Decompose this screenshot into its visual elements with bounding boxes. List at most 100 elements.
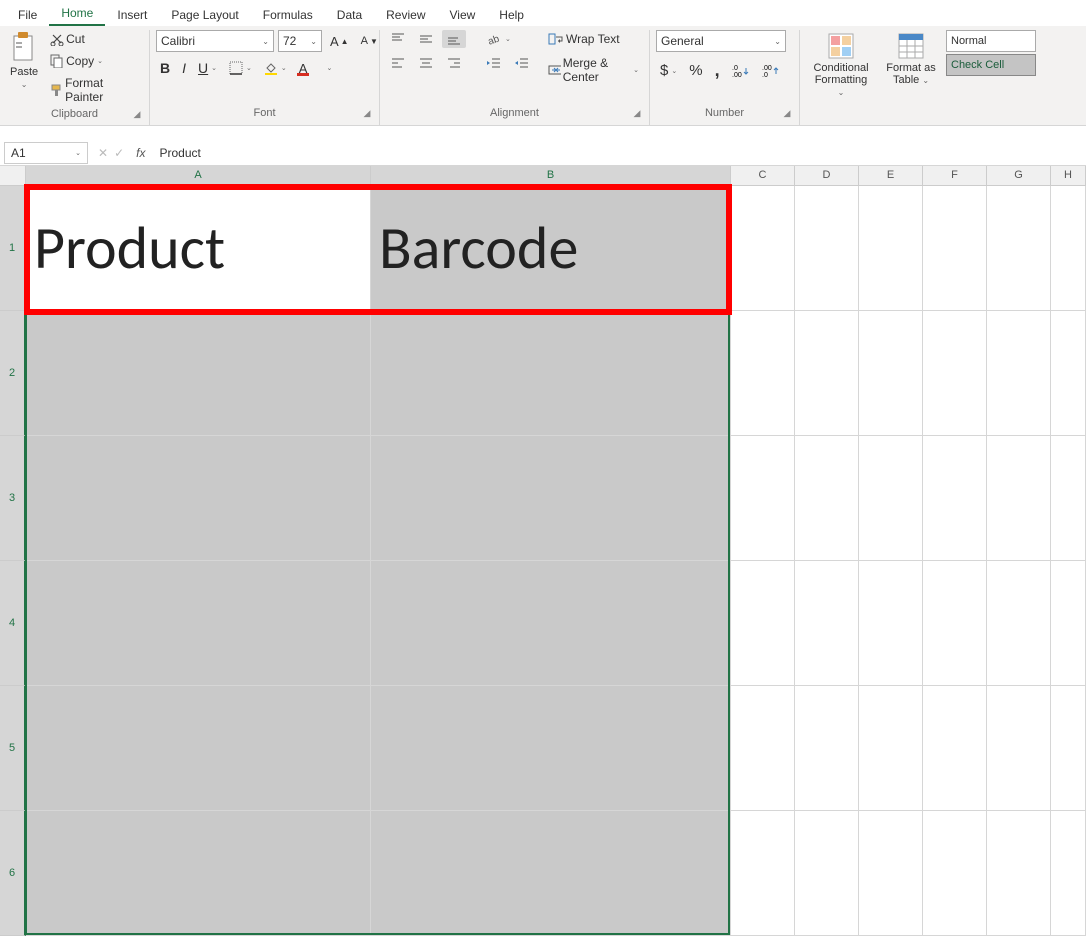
tab-formulas[interactable]: Formulas xyxy=(251,3,325,26)
cell-b5[interactable] xyxy=(371,686,731,811)
fill-color-button[interactable]: ⌄ xyxy=(260,59,291,77)
name-box[interactable]: A1⌄ xyxy=(4,142,88,164)
cell-c3[interactable] xyxy=(731,436,795,561)
italic-button[interactable]: I xyxy=(178,58,190,78)
comma-format-button[interactable]: , xyxy=(711,58,724,83)
tab-data[interactable]: Data xyxy=(325,3,374,26)
cell-a2[interactable] xyxy=(26,311,371,436)
cell-g6[interactable] xyxy=(987,811,1051,936)
cell-e2[interactable] xyxy=(859,311,923,436)
cell-b6[interactable] xyxy=(371,811,731,936)
cell-c4[interactable] xyxy=(731,561,795,686)
dialog-launcher-icon[interactable]: ◢ xyxy=(781,107,793,119)
increase-decimal-button[interactable]: .0.00 xyxy=(728,62,754,80)
cell-b4[interactable] xyxy=(371,561,731,686)
cell-c5[interactable] xyxy=(731,686,795,811)
decrease-indent-button[interactable] xyxy=(482,54,506,72)
border-button[interactable]: ⌄ xyxy=(225,59,256,77)
decrease-font-button[interactable]: A▼ xyxy=(357,33,382,49)
format-as-table-button[interactable]: Format as Table ⌄ xyxy=(882,30,940,89)
cell-e1[interactable] xyxy=(859,186,923,311)
tab-page-layout[interactable]: Page Layout xyxy=(159,3,250,26)
align-bottom-button[interactable] xyxy=(442,30,466,48)
paste-button[interactable]: Paste ⌄ xyxy=(6,30,42,91)
cell-e4[interactable] xyxy=(859,561,923,686)
row-header-3[interactable]: 3 xyxy=(0,436,26,561)
select-all-corner[interactable] xyxy=(0,166,26,186)
cell-b1[interactable]: Barcode xyxy=(371,186,731,311)
align-left-button[interactable] xyxy=(386,54,410,72)
accounting-format-button[interactable]: $⌄ xyxy=(656,60,681,81)
column-header-h[interactable]: H xyxy=(1051,166,1086,186)
cancel-icon[interactable]: ✕ xyxy=(98,146,108,160)
cell-c6[interactable] xyxy=(731,811,795,936)
tab-file[interactable]: File xyxy=(6,3,49,26)
align-right-button[interactable] xyxy=(442,54,466,72)
cell-e3[interactable] xyxy=(859,436,923,561)
cell-d6[interactable] xyxy=(795,811,859,936)
bold-button[interactable]: B xyxy=(156,58,174,78)
cell-h3[interactable] xyxy=(1051,436,1086,561)
cell-a4[interactable] xyxy=(26,561,371,686)
cell-f1[interactable] xyxy=(923,186,987,311)
font-size-input[interactable]: 72⌄ xyxy=(278,30,322,52)
cell-h5[interactable] xyxy=(1051,686,1086,811)
increase-font-button[interactable]: A▲ xyxy=(326,32,353,51)
dialog-launcher-icon[interactable]: ◢ xyxy=(361,107,373,119)
formula-input[interactable]: Product xyxy=(151,146,1086,160)
cell-f2[interactable] xyxy=(923,311,987,436)
font-name-input[interactable]: Calibri⌄ xyxy=(156,30,274,52)
cell-a1[interactable]: Product xyxy=(26,186,371,311)
cut-button[interactable]: Cut xyxy=(46,30,143,48)
decrease-decimal-button[interactable]: .00.0 xyxy=(758,62,784,80)
cell-h6[interactable] xyxy=(1051,811,1086,936)
conditional-formatting-button[interactable]: Conditional Formatting ⌄ xyxy=(806,30,876,101)
cell-e6[interactable] xyxy=(859,811,923,936)
dialog-launcher-icon[interactable]: ◢ xyxy=(131,108,143,120)
cell-h1[interactable] xyxy=(1051,186,1086,311)
cell-g3[interactable] xyxy=(987,436,1051,561)
column-header-a[interactable]: A xyxy=(26,166,371,186)
cell-a5[interactable] xyxy=(26,686,371,811)
tab-view[interactable]: View xyxy=(438,3,488,26)
row-header-2[interactable]: 2 xyxy=(0,311,26,436)
tab-insert[interactable]: Insert xyxy=(105,3,159,26)
column-header-f[interactable]: F xyxy=(923,166,987,186)
orientation-button[interactable]: ab⌄ xyxy=(482,30,515,48)
fx-icon[interactable]: fx xyxy=(130,146,151,160)
align-top-button[interactable] xyxy=(386,30,410,48)
cell-g4[interactable] xyxy=(987,561,1051,686)
number-format-input[interactable]: General⌄ xyxy=(656,30,786,52)
cell-d2[interactable] xyxy=(795,311,859,436)
align-center-button[interactable] xyxy=(414,54,438,72)
column-header-d[interactable]: D xyxy=(795,166,859,186)
cell-b3[interactable] xyxy=(371,436,731,561)
enter-icon[interactable]: ✓ xyxy=(114,146,124,160)
align-middle-button[interactable] xyxy=(414,30,438,48)
cell-c2[interactable] xyxy=(731,311,795,436)
cell-h4[interactable] xyxy=(1051,561,1086,686)
cell-g1[interactable] xyxy=(987,186,1051,311)
cell-b2[interactable] xyxy=(371,311,731,436)
cell-f5[interactable] xyxy=(923,686,987,811)
cell-d3[interactable] xyxy=(795,436,859,561)
increase-indent-button[interactable] xyxy=(510,54,534,72)
style-normal[interactable]: Normal xyxy=(946,30,1036,52)
row-header-4[interactable]: 4 xyxy=(0,561,26,686)
wrap-text-button[interactable]: Wrap Text xyxy=(544,30,643,48)
cell-f6[interactable] xyxy=(923,811,987,936)
cell-e5[interactable] xyxy=(859,686,923,811)
tab-help[interactable]: Help xyxy=(487,3,536,26)
row-header-5[interactable]: 5 xyxy=(0,686,26,811)
cell-h2[interactable] xyxy=(1051,311,1086,436)
cell-g2[interactable] xyxy=(987,311,1051,436)
row-header-6[interactable]: 6 xyxy=(0,811,26,936)
cell-a3[interactable] xyxy=(26,436,371,561)
underline-button[interactable]: U⌄ xyxy=(194,58,221,78)
cell-d5[interactable] xyxy=(795,686,859,811)
font-color-button[interactable]: A⌄ xyxy=(295,59,337,78)
format-painter-button[interactable]: Format Painter xyxy=(46,74,143,106)
cell-f4[interactable] xyxy=(923,561,987,686)
tab-home[interactable]: Home xyxy=(49,1,105,26)
dialog-launcher-icon[interactable]: ◢ xyxy=(631,107,643,119)
